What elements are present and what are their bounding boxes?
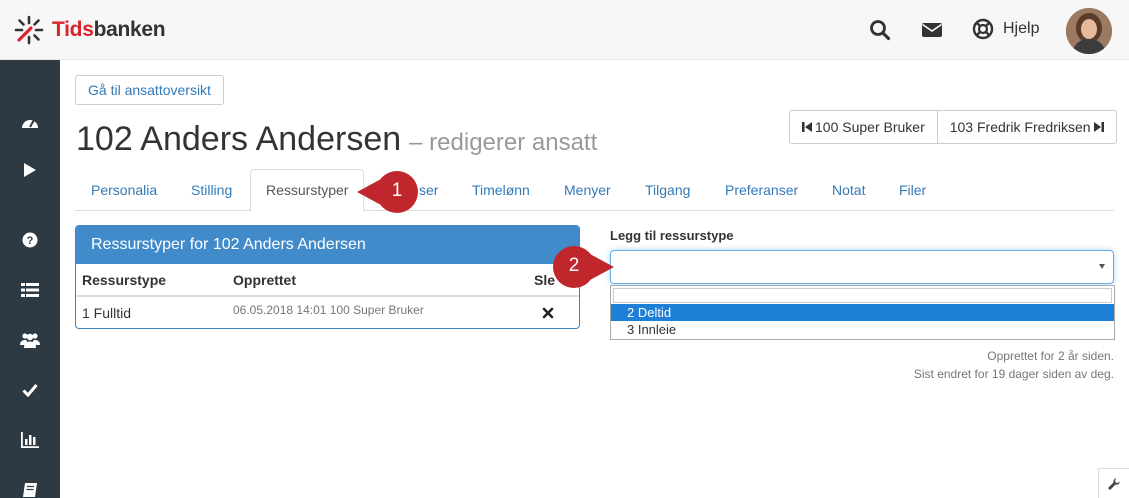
book-icon[interactable]: [20, 480, 40, 498]
check-icon[interactable]: [20, 380, 40, 400]
callout-marker-2: 2: [548, 245, 614, 292]
created-info: Opprettet for 2 år siden.: [987, 349, 1114, 363]
callout-marker-1: 1: [357, 170, 423, 217]
option-deltid[interactable]: 2 Deltid: [611, 304, 1114, 321]
add-resource-type-label: Legg til ressurstype: [610, 228, 734, 243]
tab-timelonn[interactable]: Timelønn: [472, 169, 530, 211]
tab-ressurstyper[interactable]: Ressurstyper: [250, 169, 365, 212]
next-employee-label: 103 Fredrik Fredriksen: [949, 119, 1091, 135]
previous-employee-label: 100 Super Bruker: [815, 119, 925, 135]
question-icon[interactable]: ?: [20, 230, 40, 250]
search-icon[interactable]: [868, 18, 892, 42]
delete-icon[interactable]: [542, 306, 554, 319]
play-icon[interactable]: [20, 160, 40, 180]
tab-preferanser[interactable]: Preferanser: [725, 169, 798, 211]
svg-text:?: ?: [27, 235, 34, 247]
help-label: Hjelp: [1003, 20, 1040, 37]
user-avatar[interactable]: [1066, 8, 1112, 54]
wrench-icon[interactable]: [1098, 468, 1129, 498]
sidebar: ?: [0, 60, 60, 498]
tidsbanken-logo[interactable]: Tidsbanken: [14, 15, 166, 45]
employee-overview-button[interactable]: Gå til ansattoversikt: [75, 75, 224, 105]
previous-employee-button[interactable]: 100 Super Bruker: [790, 111, 937, 143]
next-employee-button[interactable]: 103 Fredrik Fredriksen: [936, 111, 1116, 143]
lifebuoy-icon: [972, 18, 994, 40]
bar-chart-icon[interactable]: [20, 430, 40, 450]
envelope-icon[interactable]: [920, 18, 944, 42]
users-icon[interactable]: [20, 330, 40, 350]
employee-tabs: Personalia Stilling Ressurstyper ser Tim…: [75, 169, 1114, 212]
column-header-created: Opprettet: [233, 272, 296, 288]
tab-tilgang[interactable]: Tilgang: [645, 169, 690, 211]
updated-info: Sist endret for 19 dager siden av deg.: [913, 367, 1114, 381]
panel-heading: Ressurstyper for 102 Anders Andersen: [76, 226, 579, 264]
tab-menyer[interactable]: Menyer: [564, 169, 611, 211]
page-title: 102 Anders Andersen: [76, 120, 402, 158]
column-header-resource-type: Ressurstype: [82, 272, 167, 288]
step-forward-icon: [1093, 122, 1104, 132]
page-title-wrap: 102 Anders Andersen – redigerer ansatt: [76, 120, 597, 159]
dropdown-search-input[interactable]: [613, 288, 1112, 303]
option-innleie[interactable]: 3 Innleie: [611, 321, 1114, 338]
tab-stilling[interactable]: Stilling: [191, 169, 232, 211]
step-backward-icon: [802, 122, 812, 132]
resource-type-select[interactable]: [610, 250, 1114, 284]
top-bar: Tidsbanken Hjelp: [0, 0, 1129, 60]
tab-filer[interactable]: Filer: [899, 169, 926, 211]
page-subtitle: – redigerer ansatt: [409, 129, 598, 156]
employee-pager: 100 Super Bruker 103 Fredrik Fredriksen: [789, 110, 1117, 144]
resource-types-panel: Ressurstyper for 102 Anders Andersen Res…: [75, 225, 580, 329]
resource-type-dropdown: 2 Deltid 3 Innleie: [610, 285, 1115, 340]
callout-number-1: 1: [391, 180, 403, 201]
row-created: 06.05.2018 14:01 100 Super Bruker: [233, 303, 424, 317]
dashboard-icon[interactable]: [20, 112, 40, 132]
brand-name: Tidsbanken: [52, 18, 166, 41]
callout-number-2: 2: [568, 255, 580, 276]
list-icon[interactable]: [20, 280, 40, 300]
table-header-divider: [76, 295, 579, 297]
row-resource-type: 1 Fulltid: [82, 305, 132, 321]
tab-personalia[interactable]: Personalia: [91, 169, 157, 211]
logo-mark-icon: [14, 15, 44, 45]
help-link[interactable]: Hjelp: [972, 18, 1039, 40]
tab-notat[interactable]: Notat: [832, 169, 865, 211]
caret-down-icon: [1099, 264, 1105, 269]
